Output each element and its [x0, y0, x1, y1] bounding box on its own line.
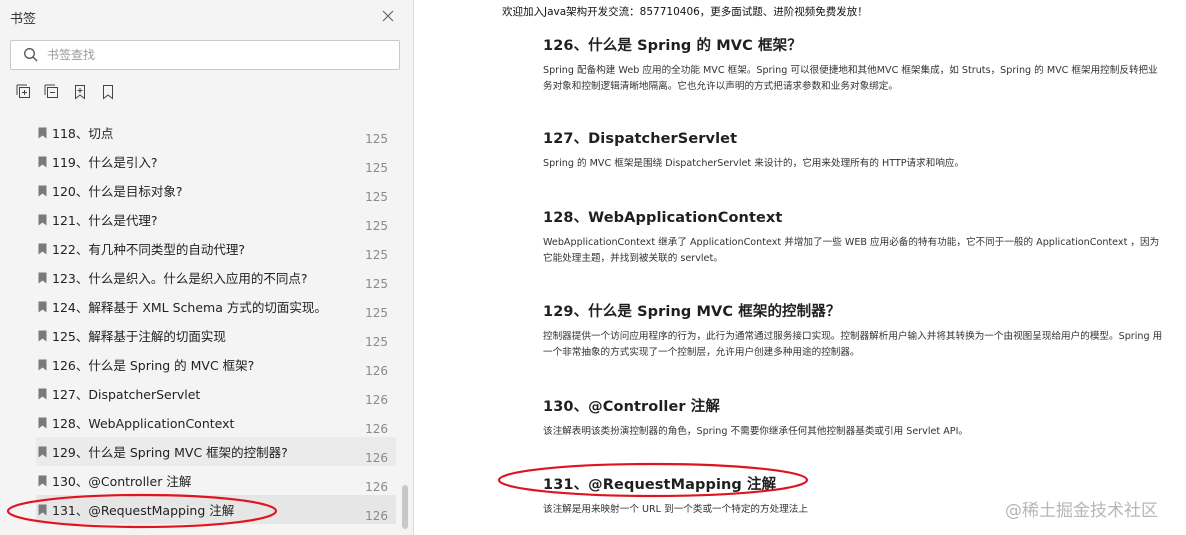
bookmark-label: 126、什么是 Spring 的 MVC 框架? [52, 358, 255, 373]
bookmark-label: 129、什么是 Spring MVC 框架的控制器? [52, 445, 288, 460]
section-body: 该注解表明该类扮演控制器的角色，Spring 不需要你继承任何其他控制器基类或引… [543, 426, 969, 437]
bookmark-icon [38, 388, 47, 399]
bookmark-item[interactable]: 127、DispatcherServlet 126 [36, 379, 396, 408]
bookmark-label: 119、什么是引入? [52, 155, 158, 170]
bookmark-icon [38, 330, 47, 341]
bookmark-item[interactable]: 118、切点 125 [36, 118, 396, 147]
bookmark-icon[interactable] [100, 84, 116, 100]
section-heading: 131、@RequestMapping 注解 [543, 477, 777, 493]
bookmark-page-number: 126 [365, 421, 388, 436]
bookmark-item-selected[interactable]: 131、@RequestMapping 注解 126 [36, 495, 396, 524]
bookmark-page-number: 126 [365, 508, 388, 523]
expand-all-icon[interactable] [16, 84, 32, 100]
bookmark-label: 122、有几种不同类型的自动代理? [52, 242, 245, 257]
bookmark-page-number: 125 [365, 247, 388, 262]
panel-title: 书签 [10, 12, 37, 27]
section-129: 129、什么是 Spring MVC 框架的控制器？ 控制器提供一个访问应用程序… [543, 300, 1163, 361]
bookmark-label: 121、什么是代理? [52, 213, 158, 228]
bookmark-label: 130、@Controller 注解 [52, 474, 192, 489]
section-127: 127、DispatcherServlet Spring 的 MVC 框架是围绕… [543, 127, 1163, 172]
bookmark-page-number: 125 [365, 189, 388, 204]
section-126: 126、什么是 Spring 的 MVC 框架？ Spring 配备构建 Web… [543, 34, 1163, 95]
bookmark-icon [38, 272, 47, 283]
bookmark-item[interactable]: 125、解释基于注解的切面实现 125 [36, 321, 396, 350]
bookmark-item[interactable]: 120、什么是目标对象? 125 [36, 176, 396, 205]
section-heading: 130、@Controller 注解 [543, 399, 721, 415]
bookmark-item[interactable]: 119、什么是引入? 125 [36, 147, 396, 176]
bookmark-page-number: 126 [365, 479, 388, 494]
bookmark-label: 131、@RequestMapping 注解 [52, 503, 235, 518]
bookmark-label: 124、解释基于 XML Schema 方式的切面实现。 [52, 300, 327, 315]
add-bookmark-icon[interactable] [72, 84, 88, 100]
bookmark-page-number: 126 [365, 363, 388, 378]
section-130: 130、@Controller 注解 该注解表明该类扮演控制器的角色，Sprin… [543, 395, 1163, 440]
bookmark-icon [38, 504, 47, 515]
bookmark-page-number: 125 [365, 160, 388, 175]
bookmark-item[interactable]: 128、WebApplicationContext 126 [36, 408, 396, 437]
bookmark-item[interactable]: 129、什么是 Spring MVC 框架的控制器? 126 [36, 437, 396, 466]
section-128: 128、WebApplicationContext WebApplication… [543, 206, 1163, 267]
section-body: Spring 的 MVC 框架是围绕 DispatcherServlet 来设计… [543, 158, 965, 169]
bookmark-icon [38, 446, 47, 457]
bookmark-item[interactable]: 122、有几种不同类型的自动代理? 125 [36, 234, 396, 263]
close-icon[interactable] [381, 8, 395, 22]
bookmark-page-number: 125 [365, 305, 388, 320]
section-heading: 129、什么是 Spring MVC 框架的控制器？ [543, 304, 841, 320]
bookmark-icon [38, 127, 47, 138]
bookmark-label: 120、什么是目标对象? [52, 184, 183, 199]
bookmark-icon [38, 243, 47, 254]
bookmark-page-number: 126 [365, 450, 388, 465]
bookmark-search-box[interactable] [10, 40, 400, 70]
bookmark-item[interactable]: 124、解释基于 XML Schema 方式的切面实现。 125 [36, 292, 396, 321]
section-body: 控制器提供一个访问应用程序的行为，此行为通常通过服务接口实现。控制器解析用户输入… [543, 331, 1163, 358]
bookmark-page-number: 126 [365, 392, 388, 407]
bookmark-item[interactable]: 121、什么是代理? 125 [36, 205, 396, 234]
bookmark-icon [38, 475, 47, 486]
bookmark-label: 125、解释基于注解的切面实现 [52, 329, 226, 344]
bookmark-label: 127、DispatcherServlet [52, 387, 201, 402]
section-body: Spring 配备构建 Web 应用的全功能 MVC 框架。Spring 可以很… [543, 65, 1158, 92]
bookmark-label: 123、什么是织入。什么是织入应用的不同点? [52, 271, 308, 286]
scrollbar-thumb[interactable] [402, 485, 408, 529]
bookmark-page-number: 125 [365, 276, 388, 291]
bookmark-label: 118、切点 [52, 126, 114, 141]
section-heading: 128、WebApplicationContext [543, 210, 783, 226]
bookmark-item[interactable]: 126、什么是 Spring 的 MVC 框架? 126 [36, 350, 396, 379]
bookmark-icon [38, 185, 47, 196]
bookmark-search-input[interactable] [47, 45, 387, 65]
bookmark-icon [38, 156, 47, 167]
bookmark-item[interactable]: 123、什么是织入。什么是织入应用的不同点? 125 [36, 263, 396, 292]
bookmark-page-number: 125 [365, 131, 388, 146]
watermark: @稀土掘金技术社区 [1005, 501, 1158, 521]
bookmark-page-number: 125 [365, 334, 388, 349]
section-heading: 127、DispatcherServlet [543, 131, 738, 147]
bookmark-label: 128、WebApplicationContext [52, 416, 235, 431]
search-icon [23, 47, 39, 63]
bookmark-page-number: 125 [365, 218, 388, 233]
bookmark-icon [38, 214, 47, 225]
bookmark-item[interactable]: 130、@Controller 注解 126 [36, 466, 396, 495]
document-page: 欢迎加入Java架构开发交流：857710406，更多面试题、进阶视频免费发放！… [415, 0, 1186, 535]
bookmark-icon [38, 417, 47, 428]
bookmark-icon [38, 301, 47, 312]
section-heading: 126、什么是 Spring 的 MVC 框架？ [543, 38, 802, 54]
section-body: WebApplicationContext 继承了 ApplicationCon… [543, 237, 1160, 264]
bookmark-icon [38, 359, 47, 370]
page-banner: 欢迎加入Java架构开发交流：857710406，更多面试题、进阶视频免费发放！ [502, 6, 868, 18]
bookmark-panel: 书签 118、切点 125 119、什么是引入? 125 120、什么 [0, 0, 414, 535]
collapse-all-icon[interactable] [44, 84, 60, 100]
